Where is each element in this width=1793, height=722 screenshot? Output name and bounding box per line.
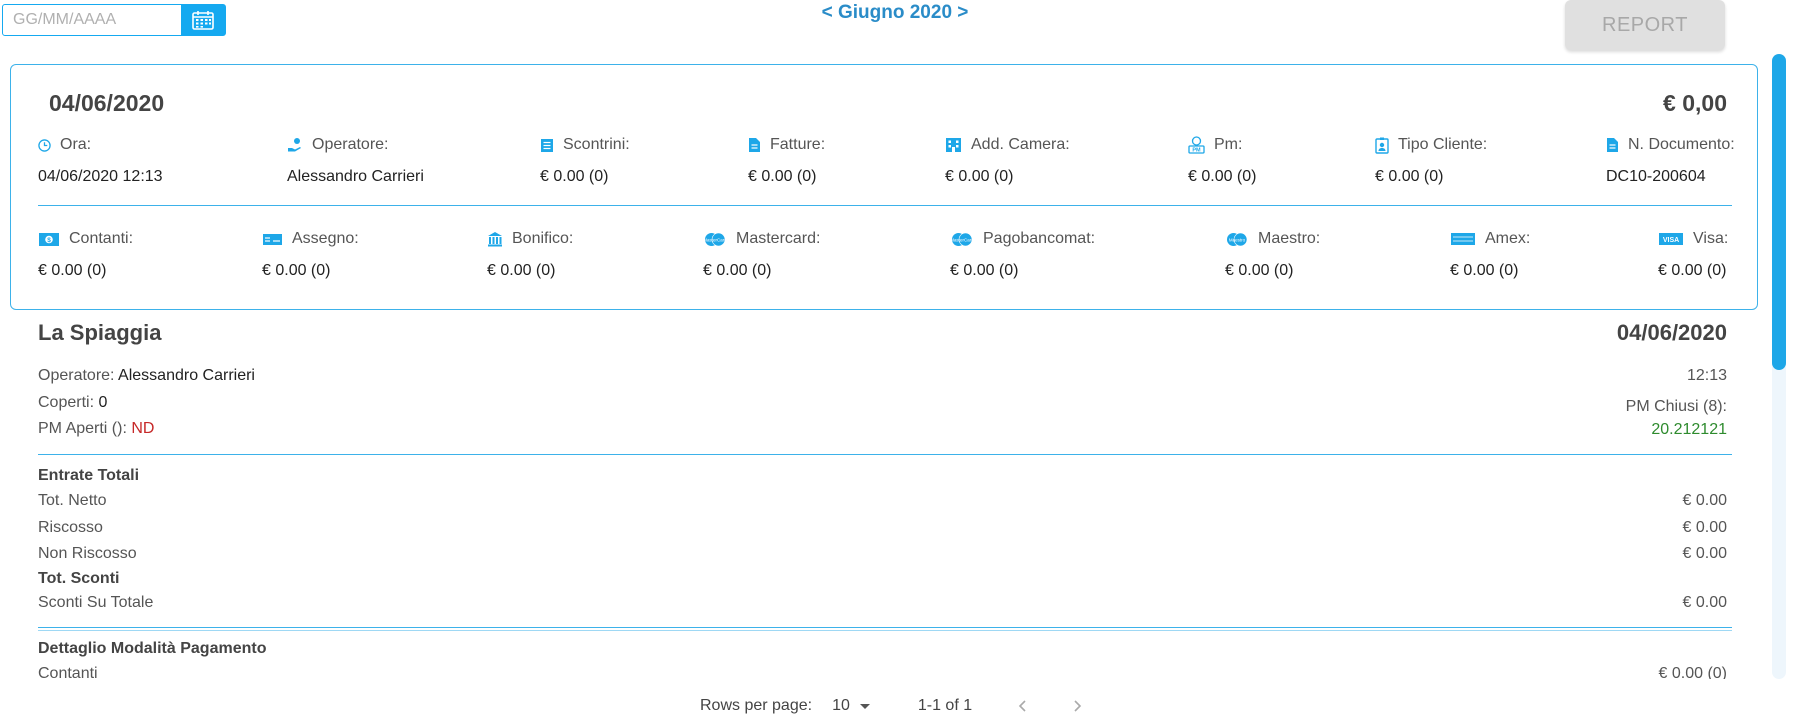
pagamento-contanti-label: Contanti [38, 665, 98, 679]
chevron-down-icon [859, 704, 870, 709]
pagamento-contanti-value: € 0.00 (0) [1658, 665, 1727, 679]
rows-per-page-label: Rows per page: [700, 697, 813, 714]
clip-area: Contanti € 0.00 (0) [0, 0, 1793, 679]
pagination: Rows per page: 10 1-1 of 1 [700, 694, 1084, 718]
rows-per-page-value: 10 [832, 697, 850, 714]
page-range: 1-1 of 1 [917, 697, 973, 714]
rows-per-page-select[interactable]: 10 [832, 697, 872, 715]
chevron-right-icon[interactable] [1070, 698, 1084, 714]
chevron-left-icon[interactable] [1016, 698, 1030, 714]
